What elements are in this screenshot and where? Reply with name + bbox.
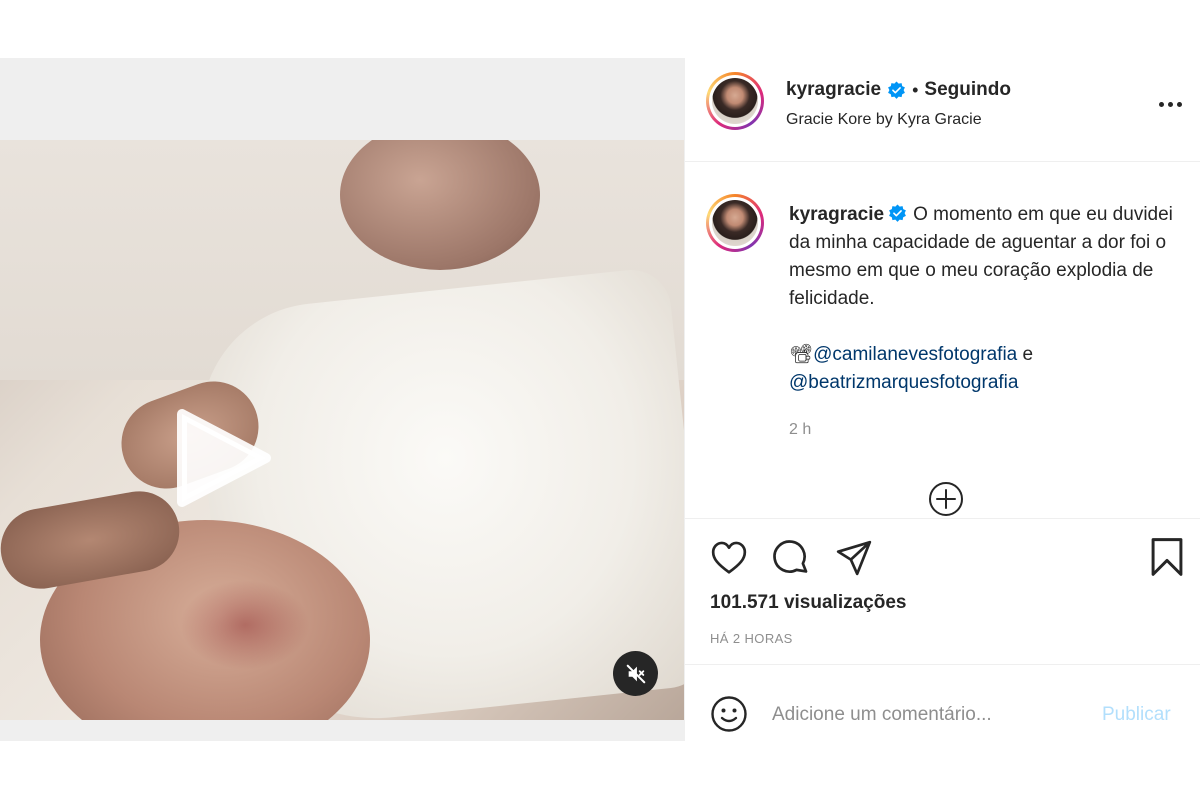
avatar[interactable] bbox=[706, 72, 764, 130]
caption-credits: 📽@camilanevesfotografia e @beatrizmarque… bbox=[789, 341, 1179, 397]
caption-username[interactable]: kyragracie bbox=[789, 204, 884, 225]
following-button[interactable]: Seguindo bbox=[924, 79, 1011, 101]
play-icon[interactable] bbox=[170, 406, 274, 510]
ellipsis-icon[interactable] bbox=[1155, 94, 1185, 114]
post-actions: 101.571 visualizações HÁ 2 HORAS bbox=[685, 518, 1200, 664]
header-username[interactable]: kyragracie bbox=[786, 79, 881, 101]
verified-badge-icon bbox=[889, 204, 906, 222]
caption-timestamp[interactable]: 2 h bbox=[789, 421, 811, 439]
verified-badge-icon bbox=[888, 80, 905, 99]
muted-speaker-icon[interactable] bbox=[613, 651, 658, 696]
smiley-icon[interactable] bbox=[710, 695, 748, 733]
mention-link-beatrizmarquesfotografia[interactable]: @beatrizmarquesfotografia bbox=[789, 372, 1018, 393]
header-title-row: kyragracie • Seguindo bbox=[786, 79, 1011, 101]
paper-plane-icon[interactable] bbox=[835, 539, 873, 582]
post-video[interactable] bbox=[0, 140, 684, 720]
view-count[interactable]: 101.571 visualizações bbox=[710, 592, 906, 614]
bookmark-icon[interactable] bbox=[1149, 537, 1185, 582]
comment-input[interactable] bbox=[772, 701, 1092, 729]
separator-dot: • bbox=[912, 79, 919, 100]
plus-circle-icon[interactable] bbox=[928, 481, 964, 517]
publish-button[interactable]: Publicar bbox=[1102, 704, 1171, 726]
post-sidebar: kyragracie • Seguindo Gracie Kore by Kyr… bbox=[684, 58, 1200, 741]
media-panel bbox=[0, 58, 684, 741]
mention-connector: e bbox=[1017, 344, 1034, 365]
comment-bubble-icon[interactable] bbox=[772, 539, 810, 582]
caption-avatar[interactable] bbox=[706, 194, 764, 252]
video-figure-mark bbox=[180, 580, 310, 670]
mention-link-camilanevesfotografia[interactable]: @camilanevesfotografia bbox=[813, 344, 1017, 365]
comments-area: kyragracie O momento em que eu duvidei d… bbox=[685, 163, 1200, 518]
camera-emoji: 📽 bbox=[789, 344, 814, 365]
heart-icon[interactable] bbox=[710, 539, 748, 582]
post-time[interactable]: HÁ 2 HORAS bbox=[710, 631, 793, 646]
post-header: kyragracie • Seguindo Gracie Kore by Kyr… bbox=[685, 58, 1200, 162]
comment-form: Publicar bbox=[685, 664, 1200, 741]
caption-text-block: kyragracie O momento em que eu duvidei d… bbox=[789, 201, 1179, 313]
location-link[interactable]: Gracie Kore by Kyra Gracie bbox=[786, 111, 982, 129]
